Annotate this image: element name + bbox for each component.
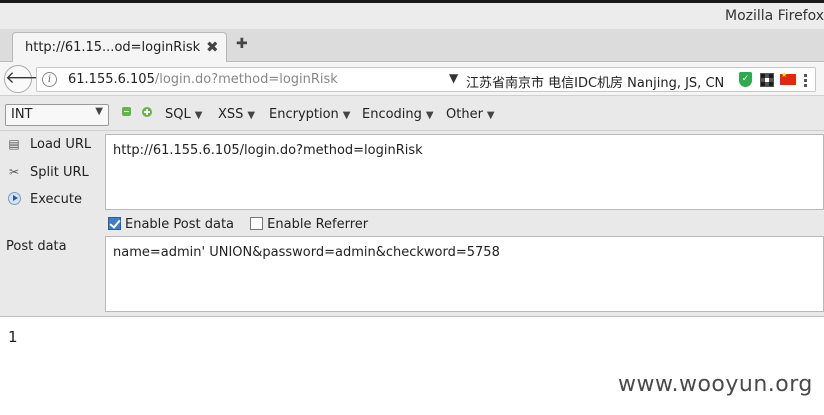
- url-text[interactable]: 61.155.6.105/login.do?method=loginRisk: [68, 72, 338, 87]
- navigation-bar: 🡐 i 61.155.6.105/login.do?method=loginRi…: [0, 62, 824, 96]
- watermark: www.wooyun.org: [618, 372, 813, 397]
- menu-label: SQL: [165, 107, 191, 122]
- menu-label: Other: [446, 107, 483, 122]
- menu-other[interactable]: Other ▼: [446, 107, 495, 122]
- qr-code-icon[interactable]: [760, 73, 774, 87]
- menu-icon[interactable]: [804, 74, 808, 88]
- close-icon[interactable]: ✖: [206, 38, 219, 56]
- new-tab-icon[interactable]: ✚: [236, 36, 248, 52]
- menu-encoding[interactable]: Encoding ▼: [362, 107, 434, 122]
- enable-post-label: Enable Post data: [125, 217, 235, 232]
- menu-sql[interactable]: SQL ▼: [165, 107, 202, 122]
- type-select-value: INT: [11, 107, 33, 122]
- split-url-label: Split URL: [30, 165, 89, 180]
- hackbar-panel: ▤ Load URL ✂ Split URL Execute http://61.1…: [0, 131, 824, 317]
- chevron-down-icon: ▼: [425, 110, 434, 121]
- chevron-down-icon: ▼: [247, 110, 256, 121]
- china-flag-icon[interactable]: [780, 71, 796, 85]
- address-bar[interactable]: i 61.155.6.105/login.do?method=loginRisk…: [36, 67, 816, 92]
- tab-strip: http://61.15...od=loginRisk ✖ ✚: [0, 29, 824, 63]
- post-data-textarea[interactable]: name=admin' UNION&password=admin&checkwo…: [105, 236, 824, 312]
- play-icon: [6, 192, 22, 206]
- enable-referrer-label: Enable Referrer: [267, 217, 369, 232]
- load-url-label: Load URL: [30, 137, 92, 152]
- chevron-down-icon: ▼: [342, 110, 351, 121]
- tab-login-risk[interactable]: http://61.15...od=loginRisk ✖: [12, 32, 227, 63]
- chevron-down-icon: ▼: [486, 110, 495, 121]
- url-host: 61.155.6.105: [68, 72, 155, 87]
- url-textarea[interactable]: http://61.155.6.105/login.do?method=logi…: [105, 134, 824, 210]
- decrement-icon[interactable]: [122, 107, 131, 116]
- url-dropdown-icon[interactable]: ▼: [449, 71, 458, 85]
- menu-label: Encryption: [269, 107, 339, 122]
- info-icon[interactable]: i: [42, 72, 57, 87]
- ip-location-info: 江苏省南京市 电信IDC机房 Nanjing, JS, CN: [466, 76, 725, 91]
- menu-label: Encoding: [362, 107, 422, 122]
- enable-post-checkbox[interactable]: [108, 217, 121, 230]
- enable-referrer-checkbox[interactable]: [250, 217, 264, 230]
- window-title: Mozilla Firefox: [725, 8, 824, 24]
- menu-xss[interactable]: XSS ▼: [218, 107, 255, 122]
- chevron-down-icon: ▼: [194, 110, 203, 121]
- url-path: /login.do?method=loginRisk: [154, 72, 338, 87]
- back-button[interactable]: 🡐: [4, 65, 51, 93]
- load-url-button[interactable]: ▤ Load URL: [6, 137, 91, 152]
- chevron-down-icon: ▼: [95, 106, 103, 117]
- split-url-button[interactable]: ✂ Split URL: [6, 165, 89, 180]
- type-select[interactable]: INT ▼: [5, 104, 109, 126]
- post-data-label: Post data: [6, 239, 67, 254]
- tab-title: http://61.15...od=loginRisk: [25, 40, 201, 55]
- execute-label: Execute: [30, 192, 82, 207]
- execute-button[interactable]: Execute: [6, 192, 82, 207]
- increment-icon[interactable]: [142, 107, 152, 117]
- menu-encryption[interactable]: Encryption ▼: [269, 107, 351, 122]
- shield-icon[interactable]: ✓: [739, 72, 752, 87]
- page-output: 1: [8, 328, 18, 346]
- load-icon: ▤: [8, 137, 20, 151]
- scissors-icon: ✂: [8, 165, 20, 179]
- hackbar-toolbar: INT ▼ SQL ▼ XSS ▼ Encryption ▼ Encoding ▼ Ot…: [0, 96, 824, 131]
- menu-label: XSS: [218, 107, 244, 122]
- title-bar: Mozilla Firefox: [0, 3, 824, 29]
- options-row: Enable Post data Enable Referrer: [108, 217, 368, 232]
